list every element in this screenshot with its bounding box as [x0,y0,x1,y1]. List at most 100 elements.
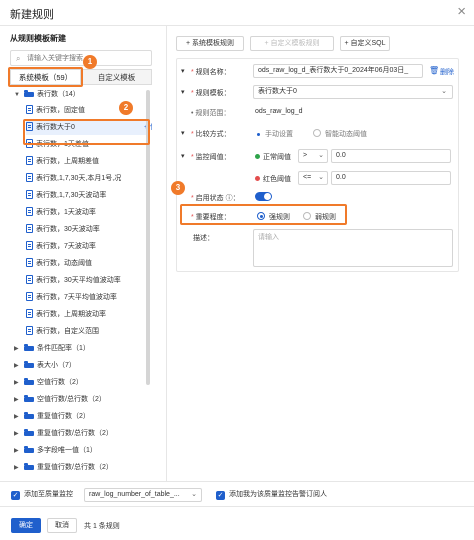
desc-label: 描述： [193,235,214,242]
caret-right-icon[interactable]: ▶ [14,359,24,373]
file-icon [26,155,33,165]
caret-right-icon[interactable]: ▶ [14,342,24,356]
normal-operator-select[interactable]: > ⌄ [298,149,328,163]
rule-name-input[interactable]: ods_raw_log_d_表行数大于0_2024年06月03日_ [253,64,423,78]
folder-icon [24,463,34,470]
file-icon [26,274,33,284]
status-label: * 启用状态 ⓘ： [191,195,240,202]
callout-box-1 [8,67,83,87]
add-monitor-checkbox[interactable]: ✓ 添加至质量监控 [11,489,73,501]
caret-right-icon[interactable]: ▶ [14,376,24,390]
compare-manual-radio[interactable]: 手动设置 [255,129,293,139]
tree-group[interactable]: ▶ 重复值行数/总行数（2） [14,461,113,475]
add-custom-sql-button[interactable]: + 自定义SQL [340,36,390,51]
rule-form-panel: ▾ * 规则名称： ods_raw_log_d_表行数大于0_2024年06月0… [176,58,459,272]
red-threshold-input[interactable]: 0.0 [331,171,451,185]
rule-count-text: 共 1 条规则 [84,523,120,530]
collapse-icon[interactable]: ▾ [181,129,185,137]
tree-group-label: 空值行数/总行数（2） [37,396,106,403]
tree-group-label: 表大小（7） [37,362,76,369]
rule-name-label: * 规则名称： [191,69,231,76]
template-select[interactable]: 表行数大于0 ⌄ [253,85,453,99]
tree-leaf-label: 表行数，7天波动率 [36,243,96,250]
tree-group-label: 重复值行数（2） [37,413,90,420]
trash-icon[interactable]: 🗑 [429,66,439,75]
tree-leaf[interactable]: 表行数，上周期波动率 [26,308,106,322]
file-icon [26,206,33,216]
red-operator-select[interactable]: <= ⌄ [298,171,328,185]
desc-textarea[interactable]: 请输入 [253,229,453,267]
file-icon [26,291,33,301]
subscribe-checkbox[interactable]: ✓ 添加我为该质量监控告警订阅人 [216,489,327,501]
tree-group[interactable]: ▶ 表大小（7） [14,359,76,373]
collapse-icon[interactable]: ▾ [181,67,185,75]
tree-leaf[interactable]: 表行数，7天平均值波动率 [26,291,117,305]
search-icon: ⌕ [16,54,21,63]
caret-right-icon[interactable]: ▶ [14,393,24,407]
monitor-select[interactable]: raw_log_number_of_table_... ⌄ [84,488,202,502]
file-icon [26,104,33,114]
folder-icon [24,395,34,402]
close-icon[interactable]: × [457,3,466,20]
caret-right-icon[interactable]: ▶ [14,410,24,424]
search-box[interactable]: ⌕ [10,50,152,66]
tree-leaf-label: 表行数，动态阈值 [36,260,92,267]
red-threshold-label: 红色阈值 [255,174,291,184]
template-tree: ▼表行数（14） 表行数，固定值 表行数大于0+ 使用 表行数，1天差值 表行数… [10,88,152,480]
chevron-down-icon: ⌄ [441,88,447,95]
tree-leaf[interactable]: 表行数，30天平均值波动率 [26,274,121,288]
tree-group[interactable]: ▶ 重复值行数（2） [14,410,90,424]
panel-divider [166,26,167,481]
tab-custom-templates[interactable]: 自定义模板 [81,69,152,85]
dialog-header: 新建规则 × [0,0,474,26]
tree-leaf[interactable]: 表行数，动态阈值 [26,257,92,271]
file-icon [26,325,33,335]
scope-value: ods_raw_log_d [255,108,303,115]
chevron-down-icon: ⌄ [191,491,197,498]
tree-group-label: 重复值行数/总行数（2） [37,464,113,471]
tree-node-row-count[interactable]: ▼ 表行数（14） [14,88,80,102]
tree-group[interactable]: ▶ 条件匹配率（1） [14,342,90,356]
folder-icon [24,361,34,368]
confirm-button[interactable]: 确定 [11,518,41,533]
tree-group[interactable]: ▶ 空值行数（2） [14,376,83,390]
add-system-template-rule-button[interactable]: + 系统模板规则 [176,36,244,51]
normal-threshold-label: 正常阈值 [255,152,291,162]
tree-group[interactable]: ▶ 多字段唯一值（1） [14,444,97,458]
collapse-icon[interactable]: ▾ [181,88,185,96]
folder-icon [24,446,34,453]
search-input[interactable] [27,52,137,64]
red-dot-icon [255,176,260,181]
tree-leaf[interactable]: 表行数，7天波动率 [26,240,96,254]
caret-right-icon[interactable]: ▶ [14,427,24,441]
tree-leaf[interactable]: 表行数，上周期差值 [26,155,99,169]
tree-leaf[interactable]: 表行数，自定义范围 [26,325,99,339]
tree-group[interactable]: ▶ 重复值行数/总行数（2） [14,427,113,441]
tree-leaf[interactable]: 表行数,1,7,30天波动率 [26,189,106,203]
tree-leaf[interactable]: 表行数，1天波动率 [26,206,96,220]
add-custom-template-rule-button[interactable]: + 自定义模板规则 [250,36,334,51]
cancel-button[interactable]: 取消 [47,518,77,533]
tree-group-label: 空值行数（2） [37,379,83,386]
tree-leaf[interactable]: 表行数，30天波动率 [26,223,100,237]
file-icon [26,223,33,233]
callout-badge-1: 1 [83,55,97,69]
tree-group-label: 重复值行数/总行数（2） [37,430,113,437]
caret-right-icon[interactable]: ▶ [14,461,24,475]
file-icon [26,308,33,318]
file-icon [26,189,33,199]
tree-leaf-label: 表行数,1,7,30天,本月1号,况 [36,175,122,182]
compare-dynamic-radio[interactable]: 智能动态阈值 [313,129,367,139]
collapse-icon[interactable]: ▾ [181,152,185,160]
delete-link[interactable]: 删除 [440,67,454,77]
callout-box-3 [180,204,347,225]
caret-down-icon[interactable]: ▼ [14,88,24,102]
status-toggle[interactable] [255,192,272,201]
tree-leaf[interactable]: 表行数，固定值 [26,104,85,118]
caret-right-icon[interactable]: ▶ [14,444,24,458]
callout-badge-2: 2 [119,101,133,115]
normal-threshold-input[interactable]: 0.0 [331,149,451,163]
tree-group[interactable]: ▶ 空值行数/总行数（2） [14,393,106,407]
dialog-title: 新建规则 [10,9,54,21]
tree-leaf[interactable]: 表行数,1,7,30天,本月1号,况 [26,172,121,186]
